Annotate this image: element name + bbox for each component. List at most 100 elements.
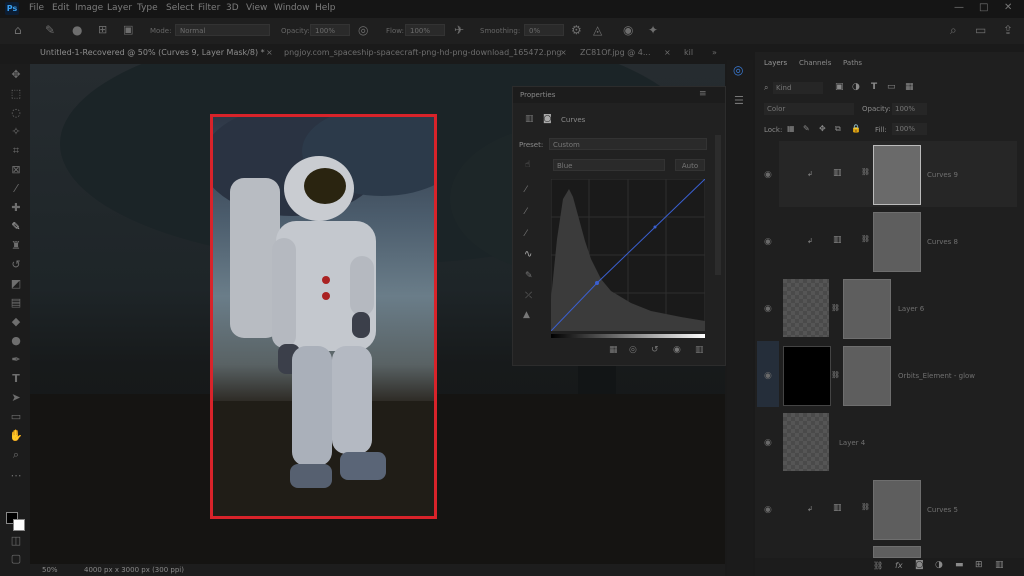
link-layers-icon[interactable]: ⛓: [873, 561, 883, 570]
home-icon[interactable]: ⌂: [14, 23, 22, 37]
menu-filter[interactable]: Filter: [198, 3, 220, 13]
share-icon[interactable]: ⇪: [1003, 23, 1013, 37]
visibility-eye-icon[interactable]: ◉: [764, 304, 772, 314]
blur-tool-icon[interactable]: ◆: [9, 315, 23, 329]
auto-button[interactable]: Auto: [675, 159, 705, 171]
smoothing-settings-icon[interactable]: ⚙: [571, 23, 582, 37]
layer-mask-thumbnail[interactable]: [843, 346, 891, 406]
tab-close-icon[interactable]: ×: [664, 48, 671, 57]
properties-scrollbar[interactable]: [715, 135, 721, 275]
panel-menu-icon[interactable]: ≡: [699, 89, 707, 99]
tab-untitled-1[interactable]: Untitled-1-Recovered @ 50% (Curves 9, La…: [40, 48, 265, 57]
search-icon[interactable]: ⌕: [950, 23, 957, 38]
workspace-icon[interactable]: ▭: [975, 23, 986, 37]
layer-thumbnail[interactable]: [783, 279, 829, 337]
pressure-opacity-icon[interactable]: ◎: [358, 23, 368, 37]
tab-zc81of[interactable]: ZC81Of.jpg @ 4...: [580, 48, 651, 57]
preset-select[interactable]: Custom: [549, 138, 707, 150]
healing-brush-icon[interactable]: ✚: [9, 201, 23, 215]
zoom-level[interactable]: 50%: [42, 566, 58, 574]
frame-tool-icon[interactable]: ⊠: [9, 163, 23, 177]
layer-thumbnail-partial[interactable]: [873, 546, 921, 558]
fx-button[interactable]: fx: [895, 561, 903, 570]
view-previous-icon[interactable]: ◎: [629, 345, 637, 355]
add-mask-icon[interactable]: ◙: [915, 560, 924, 570]
delete-layer-icon[interactable]: ▥: [995, 560, 1004, 570]
visibility-eye-icon[interactable]: ◉: [764, 505, 772, 515]
lock-all-icon[interactable]: 🔒: [851, 124, 861, 133]
layer-name[interactable]: Curves 5: [927, 506, 958, 514]
link-icon[interactable]: ⛓: [861, 168, 870, 176]
smoothing-input[interactable]: 0%: [524, 24, 564, 36]
smooth-icon[interactable]: ⤫: [525, 291, 532, 301]
layer-name[interactable]: Curves 9: [927, 171, 958, 179]
visibility-eye-icon[interactable]: ◉: [764, 371, 772, 381]
lasso-tool-icon[interactable]: ◌: [9, 106, 23, 120]
opacity-input[interactable]: 100%: [310, 24, 350, 36]
link-icon[interactable]: ⛓: [831, 304, 840, 312]
brush-panel-icon[interactable]: ▣: [123, 23, 133, 36]
menu-image[interactable]: Image: [75, 3, 103, 13]
black-point-eyedropper-icon[interactable]: ⁄: [525, 185, 527, 195]
background-color-swatch[interactable]: [13, 519, 25, 531]
maximize-icon[interactable]: □: [979, 2, 988, 13]
mask-icon[interactable]: ◙: [543, 114, 552, 124]
dodge-tool-icon[interactable]: ●: [9, 334, 23, 348]
more-tools-icon[interactable]: ⋯: [9, 469, 23, 483]
visibility-icon[interactable]: ◉: [673, 345, 681, 355]
layer-mask-thumbnail[interactable]: [873, 480, 921, 540]
pressure-size-icon[interactable]: ◉: [623, 23, 633, 37]
layer-name[interactable]: Orbits_Element - glow: [898, 372, 975, 380]
lock-position-icon[interactable]: ✥: [819, 124, 826, 133]
fill-input[interactable]: 100%: [892, 123, 927, 135]
learn-icon[interactable]: ◎: [733, 63, 743, 77]
menu-3d[interactable]: 3D: [226, 3, 239, 13]
new-layer-icon[interactable]: ⊞: [975, 560, 983, 570]
pencil-mode-icon[interactable]: ✎: [525, 271, 533, 281]
symmetry-icon[interactable]: ✦: [648, 23, 658, 37]
shape-tool-icon[interactable]: ▭: [9, 410, 23, 424]
airbrush-icon[interactable]: ✈: [454, 23, 464, 37]
filter-type-icon[interactable]: T: [871, 82, 877, 92]
tab-paths[interactable]: Paths: [843, 59, 862, 67]
menu-file[interactable]: File: [29, 3, 44, 13]
menu-select[interactable]: Select: [166, 3, 194, 13]
visibility-eye-icon[interactable]: ◉: [764, 170, 772, 180]
brush-tool-icon[interactable]: ✎: [9, 220, 23, 234]
layer-thumbnail[interactable]: [783, 346, 831, 406]
path-select-icon[interactable]: ➤: [9, 391, 23, 405]
link-icon[interactable]: ⛓: [861, 235, 870, 243]
brush-tool-icon[interactable]: ✎: [45, 23, 55, 37]
lock-image-icon[interactable]: ✎: [803, 124, 810, 133]
tab-overflow-icon[interactable]: »: [712, 48, 717, 57]
mode-select[interactable]: Normal: [175, 24, 270, 36]
reset-icon[interactable]: ↺: [651, 345, 659, 355]
white-point-eyedropper-icon[interactable]: ⁄: [525, 229, 527, 239]
move-tool-icon[interactable]: ✥: [9, 68, 23, 82]
menu-layer[interactable]: Layer: [107, 3, 132, 13]
filter-smart-object-icon[interactable]: ▦: [905, 82, 914, 92]
tab-layers[interactable]: Layers: [764, 59, 787, 67]
layer-name[interactable]: Layer 4: [839, 439, 865, 447]
tab-close-icon[interactable]: ×: [266, 48, 273, 57]
layer-thumbnail[interactable]: [783, 413, 829, 471]
eraser-tool-icon[interactable]: ◩: [9, 277, 23, 291]
tab-kil[interactable]: kil: [684, 48, 693, 57]
filter-pixel-icon[interactable]: ▣: [835, 82, 844, 92]
filter-kind-select[interactable]: Kind: [773, 82, 823, 94]
brush-settings-icon[interactable]: ⊞: [98, 23, 107, 36]
tab-channels[interactable]: Channels: [799, 59, 831, 67]
crop-tool-icon[interactable]: ⌗: [9, 144, 23, 158]
visibility-eye-icon[interactable]: ◉: [764, 438, 772, 448]
delete-icon[interactable]: ▥: [695, 345, 704, 355]
minimize-icon[interactable]: —: [954, 2, 964, 13]
new-group-icon[interactable]: ▬: [955, 560, 964, 570]
quick-select-tool-icon[interactable]: ✧: [9, 125, 23, 139]
angle-icon[interactable]: ◬: [593, 23, 602, 37]
tab-pngjoy[interactable]: pngjoy.com_spaceship-spacecraft-png-hd-p…: [284, 48, 561, 57]
curves-graph[interactable]: [551, 179, 705, 331]
menu-window[interactable]: Window: [274, 3, 310, 13]
layer-mask-thumbnail[interactable]: [873, 145, 921, 205]
clone-stamp-icon[interactable]: ♜: [9, 239, 23, 253]
layer-name[interactable]: Layer 6: [898, 305, 924, 313]
